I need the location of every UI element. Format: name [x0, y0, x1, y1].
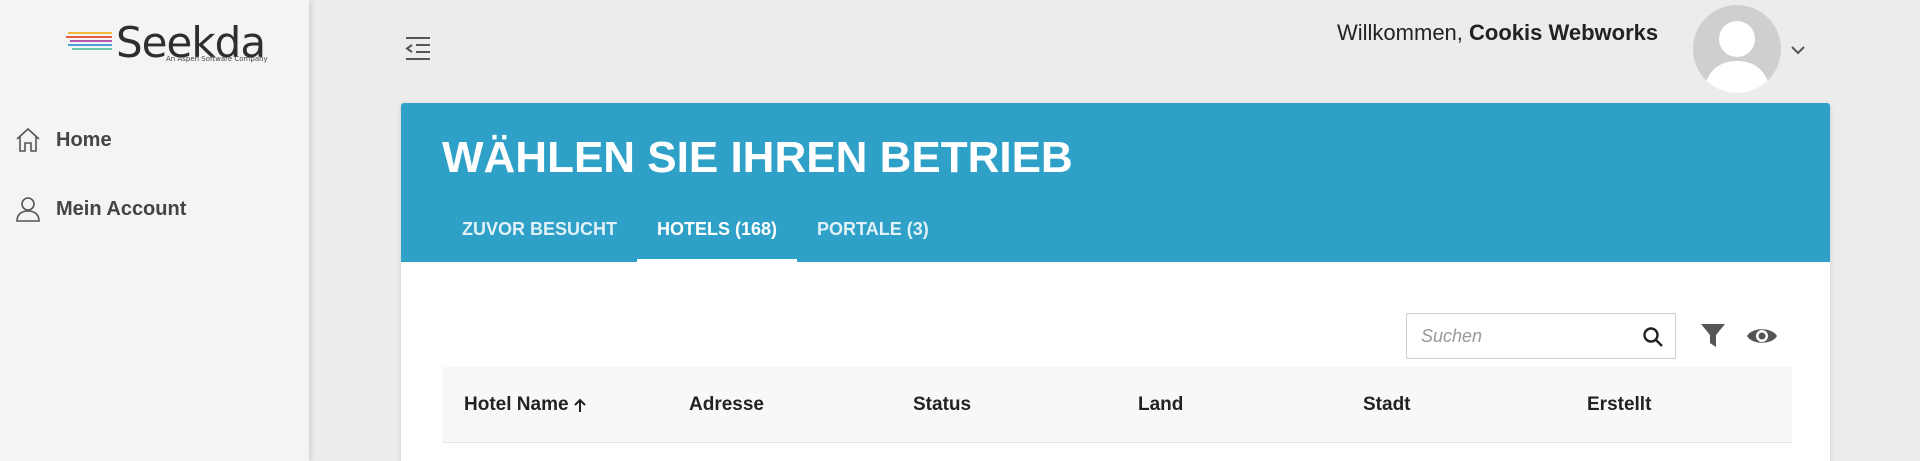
tab-portals[interactable]: PORTALE (3) [797, 204, 949, 262]
tab-recently-visited[interactable]: ZUVOR BESUCHT [442, 204, 637, 262]
welcome-prefix: Willkommen, [1337, 20, 1470, 45]
user-menu-toggle[interactable] [1788, 40, 1808, 60]
default-avatar-icon [1703, 21, 1771, 93]
select-property-card: WÄHLEN SIE IHREN BETRIEB ZUVOR BESUCHT H… [401, 103, 1830, 461]
table-header: Hotel Name Adresse Status Land Stadt Ers… [442, 367, 1792, 443]
sort-ascending-icon [573, 398, 586, 412]
seekda-logo[interactable]: Seekda An Aspen Software Company [66, 20, 268, 66]
column-header-adresse[interactable]: Adresse [689, 367, 764, 443]
tab-hotels[interactable]: HOTELS (168) [637, 204, 798, 262]
search-icon[interactable] [1641, 325, 1665, 349]
welcome-message: Willkommen, Cookis Webworks [1337, 20, 1658, 46]
page-title: WÄHLEN SIE IHREN BETRIEB [442, 133, 1073, 182]
avatar[interactable] [1693, 5, 1781, 93]
sidebar-item-label: Mein Account [56, 197, 187, 220]
sidebar: Seekda An Aspen Software Company Home Me… [0, 0, 309, 461]
collapse-sidebar-button[interactable] [404, 36, 432, 62]
sidebar-item-label: Home [56, 128, 112, 151]
column-header-status[interactable]: Status [913, 367, 971, 443]
sidebar-item-home[interactable]: Home [14, 126, 112, 154]
logo-subtitle: An Aspen Software Company [166, 55, 268, 63]
card-header: WÄHLEN SIE IHREN BETRIEB ZUVOR BESUCHT H… [401, 103, 1830, 262]
sidebar-item-account[interactable]: Mein Account [14, 195, 186, 223]
user-icon [14, 195, 42, 223]
chevron-down-icon [1791, 46, 1805, 55]
column-header-land[interactable]: Land [1138, 367, 1183, 443]
property-tabs: ZUVOR BESUCHT HOTELS (168) PORTALE (3) [442, 204, 949, 262]
column-header-stadt[interactable]: Stadt [1363, 367, 1411, 443]
column-header-label: Hotel Name [464, 394, 569, 415]
home-icon [14, 126, 42, 154]
logo-stripes-icon [66, 32, 112, 50]
search-box [1406, 313, 1676, 359]
user-name: Cookis Webworks [1469, 20, 1659, 45]
filter-icon[interactable] [1700, 322, 1726, 350]
search-input[interactable] [1407, 314, 1637, 358]
eye-icon[interactable] [1746, 322, 1778, 350]
column-header-hotel-name[interactable]: Hotel Name [464, 367, 587, 443]
column-header-erstellt[interactable]: Erstellt [1587, 367, 1651, 443]
menu-collapse-icon [405, 37, 430, 60]
